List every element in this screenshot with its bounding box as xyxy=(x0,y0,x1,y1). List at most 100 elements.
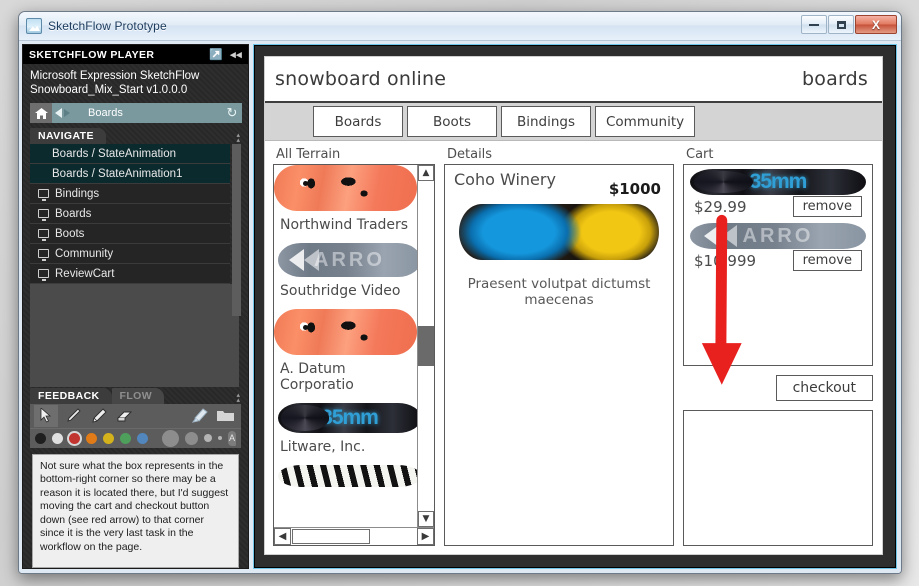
list-item-board-thumb[interactable]: 35mm xyxy=(278,403,417,433)
board-adatum xyxy=(274,309,417,355)
product-description: Praesent volutpat dictumst maecenas xyxy=(467,276,651,308)
board-list[interactable]: Northwind Traders ARRO Southridge Video … xyxy=(274,165,417,527)
maximize-icon xyxy=(836,20,846,29)
hscroll-track[interactable] xyxy=(371,528,417,545)
breadcrumb[interactable]: Boards xyxy=(80,103,222,123)
screen-icon xyxy=(38,209,49,221)
sidebar-item-bindings[interactable]: Bindings xyxy=(30,184,230,204)
list-horizontal-scrollbar[interactable]: ◀ ▶ xyxy=(274,527,434,545)
scrollbar-thumb[interactable] xyxy=(232,144,241,316)
checkout-button[interactable]: checkout xyxy=(775,375,873,401)
tab-bindings[interactable]: Bindings xyxy=(501,106,591,137)
clear-ink-tool[interactable] xyxy=(187,405,211,427)
sidebar-item-boots[interactable]: Boots xyxy=(30,224,230,244)
window-client-area: SKETCHFLOW PLAYER ↗️ ◂◂ Microsoft Expres… xyxy=(19,41,901,573)
minimize-icon xyxy=(809,23,819,26)
chevron-up-icon[interactable]: ▲ xyxy=(418,165,434,181)
back-arrow-icon[interactable] xyxy=(55,108,62,118)
maximize-button[interactable] xyxy=(828,15,854,34)
vscroll-track[interactable] xyxy=(418,181,434,511)
cart-item-price: $10,999 xyxy=(694,251,757,270)
cart-column: Cart 35mm $29.99 remove ARRO $10,999 rem… xyxy=(683,147,873,546)
color-swatch-white[interactable] xyxy=(52,432,63,444)
tab-feedback[interactable]: FEEDBACK xyxy=(30,387,112,404)
screen-icon xyxy=(38,229,49,241)
checkout-row: checkout xyxy=(683,375,873,401)
folder-tool[interactable] xyxy=(213,405,237,427)
nav-arrows[interactable] xyxy=(52,103,80,123)
sidebar-item-boards-stateanimation1[interactable]: Boards / StateAnimation1 xyxy=(30,164,230,184)
tab-community[interactable]: Community xyxy=(595,106,696,137)
brush-size-s[interactable] xyxy=(218,436,222,440)
list-vertical-scrollbar[interactable]: ▲ ▼ xyxy=(417,165,434,527)
color-swatch-green[interactable] xyxy=(120,432,131,444)
feedback-note[interactable]: Not sure what the box represents in the … xyxy=(32,453,239,568)
cart-item-board-thumb[interactable]: 35mm xyxy=(690,169,866,195)
product-name: Coho Winery xyxy=(454,170,556,189)
navigation-list-scrollbar[interactable] xyxy=(232,144,241,316)
refresh-icon[interactable]: ↻ xyxy=(222,103,242,123)
prototype-surface: snowboard online boards Boards Boots Bin… xyxy=(255,46,895,567)
board-brand-text: 35mm xyxy=(321,406,379,429)
cart-item-2: ARRO $10,999 remove xyxy=(690,223,866,271)
board-zebra xyxy=(278,465,417,487)
details-header: Coho Winery $1000 xyxy=(445,165,673,198)
nav-item-label: Boards / StateAnimation1 xyxy=(52,167,183,180)
all-terrain-label: All Terrain xyxy=(276,147,341,162)
forward-arrow-icon[interactable] xyxy=(64,109,70,117)
color-swatch-red[interactable] xyxy=(69,432,80,444)
tab-boards[interactable]: Boards xyxy=(313,106,403,137)
minimize-button[interactable] xyxy=(801,15,827,34)
hscroll-thumb[interactable] xyxy=(292,529,370,544)
list-item-board-thumb[interactable] xyxy=(278,465,417,487)
sidebar-item-community[interactable]: Community xyxy=(30,244,230,264)
chevron-down-icon[interactable]: ▼ xyxy=(418,511,434,527)
sidebar-item-reviewcart[interactable]: ReviewCart xyxy=(30,264,230,284)
chevron-left-icon[interactable]: ◀ xyxy=(274,528,291,545)
navigate-resize-grip[interactable]: ▴ ▴ xyxy=(236,132,240,144)
text-note-tool[interactable]: A xyxy=(228,430,236,446)
brush-size-m[interactable] xyxy=(204,434,212,442)
board-brand-text: ARRO xyxy=(314,248,385,271)
list-item-board-thumb[interactable] xyxy=(274,309,417,355)
tab-flow[interactable]: FLOW xyxy=(111,387,165,404)
sidebar-item-boards-stateanimation[interactable]: Boards / StateAnimation xyxy=(30,144,230,164)
vscroll-thumb[interactable] xyxy=(418,326,434,366)
collapse-icon[interactable]: ◂◂ xyxy=(230,48,242,61)
cart-item-1: 35mm $29.99 remove xyxy=(690,169,866,217)
cart-item-line: $10,999 remove xyxy=(690,249,866,271)
chevron-right-icon[interactable]: ▶ xyxy=(417,528,434,545)
details-label: Details xyxy=(447,147,493,162)
sidebar-item-boards[interactable]: Boards xyxy=(30,204,230,224)
tab-boots[interactable]: Boots xyxy=(407,106,497,137)
brush-size-l[interactable] xyxy=(185,431,198,445)
list-item-board-thumb[interactable] xyxy=(274,165,417,211)
list-item[interactable]: A. Datum Corporatio xyxy=(274,355,417,403)
color-swatch-orange[interactable] xyxy=(86,432,97,444)
pencil-tool[interactable] xyxy=(86,405,110,427)
window-controls: X xyxy=(800,15,897,34)
cart-item-price: $29.99 xyxy=(694,197,747,216)
remove-button[interactable]: remove xyxy=(792,250,862,271)
eraser-tool[interactable] xyxy=(112,405,136,427)
remove-button[interactable]: remove xyxy=(792,196,862,217)
tab-navigate[interactable]: NAVIGATE xyxy=(30,128,106,144)
list-item[interactable]: Northwind Traders xyxy=(274,211,417,243)
brush-tool[interactable] xyxy=(60,405,84,427)
color-swatch-yellow[interactable] xyxy=(103,432,114,444)
cart-item-board-thumb[interactable]: ARRO xyxy=(690,223,866,249)
home-icon[interactable] xyxy=(30,103,52,123)
brush-size-xl[interactable] xyxy=(162,429,179,447)
board-litware: 35mm xyxy=(690,169,866,195)
board-litware: 35mm xyxy=(278,403,417,433)
close-button[interactable]: X xyxy=(855,15,897,34)
list-item-board-thumb[interactable]: ARRO xyxy=(278,243,417,277)
color-swatch-blue[interactable] xyxy=(137,432,148,444)
list-item[interactable]: Litware, Inc. xyxy=(274,433,417,465)
popout-icon[interactable]: ↗️ xyxy=(209,48,223,61)
color-swatch-black[interactable] xyxy=(35,432,46,444)
nav-item-label: ReviewCart xyxy=(55,267,115,280)
list-item[interactable]: Southridge Video xyxy=(274,277,417,309)
feedback-resize-grip[interactable]: ▴ ▴ xyxy=(236,392,240,404)
select-tool[interactable] xyxy=(34,404,58,427)
